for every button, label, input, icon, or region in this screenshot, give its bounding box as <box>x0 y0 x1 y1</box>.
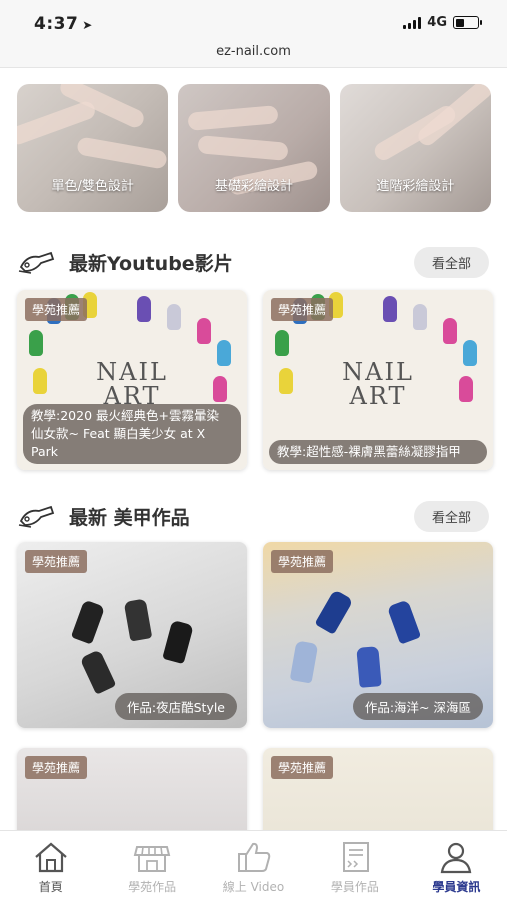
nail-polish-icon <box>18 251 55 274</box>
signal-icon <box>403 16 422 29</box>
see-all-button[interactable]: 看全部 <box>413 246 489 278</box>
bottom-tab-bar: 首頁 學苑作品 線上 Video 學員作品 學員資訊 <box>0 830 507 900</box>
work-caption: 作品:海洋~ 深海區 <box>352 693 483 720</box>
thumbs-up-icon <box>237 842 270 872</box>
certificate-icon <box>342 842 369 872</box>
status-indicators: 4G <box>403 15 482 30</box>
tab-online-video[interactable]: 線上 Video <box>203 831 304 900</box>
status-bar: 4:37 ➤ 4G <box>0 0 507 44</box>
works-section-header: 最新 美甲作品 看全部 <box>17 498 489 534</box>
recommend-badge: 學苑推薦 <box>271 756 334 779</box>
category-row: 單色/雙色設計 基礎彩繪設計 進階彩繪設計 <box>17 84 491 212</box>
home-icon <box>34 842 67 873</box>
url-text: ez-nail.com <box>216 44 291 59</box>
category-tile-advanced[interactable]: 進階彩繪設計 <box>339 84 491 212</box>
tab-academy-works[interactable]: 學苑作品 <box>101 831 202 900</box>
tab-home[interactable]: 首頁 <box>0 831 101 900</box>
category-label: 基礎彩繪設計 <box>214 179 293 194</box>
battery-icon <box>453 16 482 29</box>
thumbnail-title: NAIL ART <box>96 358 168 410</box>
recommend-badge: 學苑推薦 <box>25 756 88 779</box>
thumbnail-title: NAIL ART <box>342 358 414 410</box>
work-caption: 作品:夜店酷Style <box>114 693 237 720</box>
location-arrow-icon: ➤ <box>82 18 93 32</box>
recommend-badge: 學苑推薦 <box>25 550 88 573</box>
network-label: 4G <box>427 15 447 30</box>
works-card-row: 學苑推薦 作品:夜店酷Style 學苑推薦 作品:海洋~ 深海區 <box>17 542 493 728</box>
nail-polish-icon <box>18 505 55 528</box>
status-time: 4:37 ➤ <box>34 14 93 34</box>
browser-url-bar[interactable]: ez-nail.com <box>0 44 507 68</box>
section-title: 最新Youtube影片 <box>69 252 233 275</box>
section-title: 最新 美甲作品 <box>69 506 190 529</box>
youtube-video-card[interactable]: NAIL ART 學苑推薦 教學:超性感-裸膚黑蕾絲凝膠指甲 <box>263 290 493 470</box>
storefront-icon <box>133 846 171 872</box>
recommend-badge: 學苑推薦 <box>271 298 334 321</box>
tab-label: 學員資訊 <box>432 880 481 894</box>
tab-student-info[interactable]: 學員資訊 <box>406 831 507 900</box>
see-all-button[interactable]: 看全部 <box>413 500 489 532</box>
tab-student-works[interactable]: 學員作品 <box>304 831 405 900</box>
youtube-video-card[interactable]: NAIL ART 學苑推薦 教學:2020 最火經典色+雲霧暈染 仙女款~ Fea… <box>17 290 247 470</box>
video-caption: 教學:2020 最火經典色+雲霧暈染 仙女款~ Feat 顯白美少女 at X … <box>23 404 241 464</box>
work-card[interactable]: 學苑推薦 作品:夜店酷Style <box>17 542 247 728</box>
tab-label: 首頁 <box>38 880 63 894</box>
user-icon <box>441 842 472 874</box>
tab-label: 學員作品 <box>330 880 379 894</box>
video-caption: 教學:超性感-裸膚黑蕾絲凝膠指甲 <box>269 440 487 464</box>
category-tile-basic[interactable]: 基礎彩繪設計 <box>178 84 330 212</box>
category-label: 單色/雙色設計 <box>51 179 134 194</box>
tab-label: 線上 Video <box>222 880 285 894</box>
youtube-section-header: 最新Youtube影片 看全部 <box>17 244 489 280</box>
recommend-badge: 學苑推薦 <box>25 298 88 321</box>
tab-label: 學苑作品 <box>128 880 177 894</box>
work-card[interactable]: 學苑推薦 作品:海洋~ 深海區 <box>263 542 493 728</box>
category-tile-solid[interactable]: 單色/雙色設計 <box>17 84 169 212</box>
category-label: 進階彩繪設計 <box>376 179 455 194</box>
recommend-badge: 學苑推薦 <box>271 550 334 573</box>
youtube-card-row: NAIL ART 學苑推薦 教學:2020 最火經典色+雲霧暈染 仙女款~ Fea… <box>17 290 493 470</box>
